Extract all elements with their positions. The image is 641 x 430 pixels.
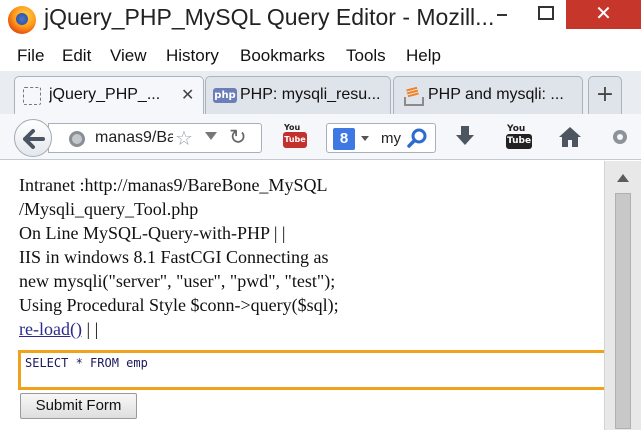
- intro-line: Using Procedural Style $conn->query($sql…: [19, 295, 339, 315]
- globe-icon: [69, 131, 85, 147]
- title-bar: jQuery_PHP_MySQL Query Editor - Mozill..…: [0, 0, 641, 40]
- intro-line: /Mysqli_query_Tool.php: [19, 199, 199, 219]
- tab-label: jQuery_PHP_...: [49, 86, 161, 103]
- close-tab-icon[interactable]: ✕: [181, 85, 194, 104]
- reload-line: re-load() | |: [19, 319, 98, 340]
- blank-page-icon: [23, 87, 41, 105]
- youtube-icon[interactable]: You Tube: [282, 123, 308, 149]
- menu-file[interactable]: File: [17, 46, 44, 66]
- menu-bookmarks[interactable]: Bookmarks: [240, 46, 325, 66]
- php-icon: php: [213, 88, 237, 103]
- reload-link[interactable]: re-load(): [19, 319, 82, 339]
- url-bar[interactable]: manas9/BareBone_MySQL/Mysqli_query_Tool.…: [48, 123, 262, 153]
- addon-icon[interactable]: [608, 126, 632, 148]
- search-engine-dropdown-icon[interactable]: [361, 136, 369, 141]
- menu-view[interactable]: View: [110, 46, 147, 66]
- menu-tools[interactable]: Tools: [346, 46, 386, 66]
- tab-label: PHP and mysqli: ...: [428, 86, 564, 103]
- tab-label: PHP: mysqli_resu...: [240, 86, 381, 103]
- url-text: manas9/BareBone_MySQL/Mysqli_query_Tool.…: [95, 129, 173, 146]
- minimize-button[interactable]: [488, 0, 516, 26]
- stackoverflow-icon: [402, 85, 424, 106]
- vertical-scrollbar[interactable]: [604, 161, 641, 430]
- menu-edit[interactable]: Edit: [62, 46, 91, 66]
- new-tab-button[interactable]: +: [588, 76, 622, 114]
- close-icon: ✕: [595, 1, 612, 25]
- submit-form-button[interactable]: Submit Form: [20, 393, 137, 419]
- tab-php-and-mysqli[interactable]: PHP and mysqli: ...: [393, 76, 583, 114]
- back-button[interactable]: [14, 119, 52, 157]
- tab-query-editor[interactable]: jQuery_PHP_... ✕: [14, 76, 204, 116]
- scrollbar-thumb[interactable]: [615, 193, 631, 429]
- menu-history[interactable]: History: [166, 46, 219, 66]
- maximize-button[interactable]: [530, 0, 558, 26]
- search-bar[interactable]: 8 my: [326, 123, 436, 153]
- search-input[interactable]: my: [381, 130, 403, 147]
- reload-suffix: | |: [81, 319, 99, 339]
- search-icon[interactable]: [407, 127, 429, 149]
- home-icon[interactable]: [558, 126, 582, 148]
- intro-line: On Line MySQL-Query-with-PHP | |: [19, 223, 286, 243]
- bookmark-star-icon[interactable]: ☆: [175, 126, 193, 150]
- back-arrow-icon: [23, 129, 45, 149]
- menu-bar: File Edit View History Bookmarks Tools H…: [0, 41, 641, 71]
- intro-line: new mysqli("server", "user", "pwd", "tes…: [19, 271, 336, 291]
- firefox-logo-icon: [8, 6, 36, 34]
- youtube-icon[interactable]: You Tube: [505, 124, 533, 150]
- page-content: Intranet :http://manas9/BareBone_MySQL /…: [0, 161, 641, 430]
- sql-query-text: SELECT * FROM emp: [25, 356, 148, 370]
- sql-query-textarea[interactable]: SELECT * FROM emp: [18, 350, 606, 390]
- menu-help[interactable]: Help: [406, 46, 441, 66]
- history-dropdown-icon[interactable]: [205, 132, 217, 140]
- tab-strip: jQuery_PHP_... ✕ php PHP: mysqli_resu...…: [0, 71, 641, 116]
- close-window-button[interactable]: ✕: [566, 0, 641, 29]
- tab-php-mysqli-result[interactable]: php PHP: mysqli_resu...: [205, 76, 391, 114]
- google-search-engine-icon[interactable]: 8: [333, 128, 355, 150]
- reload-icon[interactable]: ↻: [229, 125, 247, 149]
- navigation-toolbar: manas9/BareBone_MySQL/Mysqli_query_Tool.…: [0, 114, 641, 160]
- intro-line: IIS in windows 8.1 FastCGI Connecting as: [19, 247, 329, 267]
- window-title: jQuery_PHP_MySQL Query Editor - Mozill..…: [44, 4, 495, 30]
- scroll-up-icon[interactable]: [617, 174, 629, 182]
- download-icon[interactable]: [455, 126, 475, 148]
- intro-line: Intranet :http://manas9/BareBone_MySQL: [19, 175, 328, 195]
